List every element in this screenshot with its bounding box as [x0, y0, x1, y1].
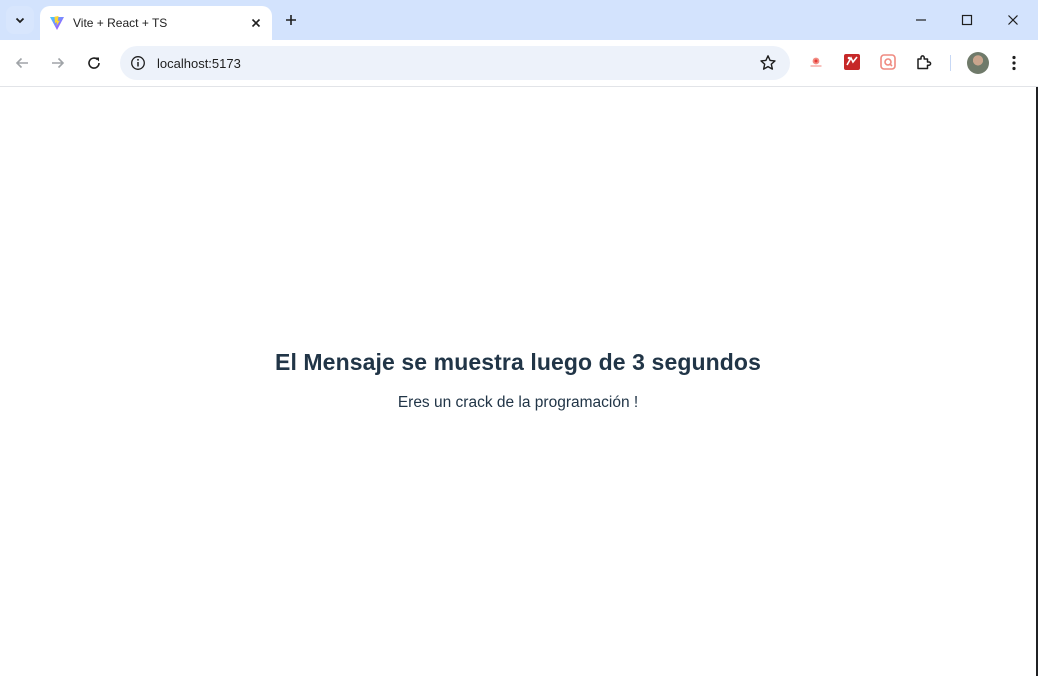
forward-icon	[52, 57, 65, 69]
extensions-icon[interactable]	[914, 52, 934, 72]
close-icon	[251, 18, 261, 28]
browser-menu-button[interactable]	[1004, 51, 1024, 75]
bookmark-star-icon[interactable]	[756, 51, 780, 75]
back-button[interactable]	[10, 51, 34, 75]
browser-tab[interactable]: Vite + React + TS	[40, 6, 272, 40]
maximize-button[interactable]	[944, 0, 990, 40]
minimize-button[interactable]	[898, 0, 944, 40]
close-icon	[1008, 15, 1018, 25]
plus-icon	[286, 15, 296, 25]
back-icon	[15, 57, 28, 69]
extension-icon-3[interactable]	[878, 52, 898, 72]
tab-search-button[interactable]	[6, 6, 34, 34]
reload-button[interactable]	[82, 51, 106, 75]
browser-toolbar: localhost:5173	[0, 40, 1038, 87]
maximize-icon	[961, 14, 973, 26]
address-url[interactable]: localhost:5173	[157, 56, 756, 71]
tab-close-button[interactable]	[246, 13, 266, 33]
page-viewport: El Mensaje se muestra luego de 3 segundo…	[0, 87, 1036, 676]
browser-title-bar: Vite + React + TS	[0, 0, 1038, 40]
reload-icon	[88, 57, 100, 69]
tab-title: Vite + React + TS	[73, 16, 168, 30]
profile-avatar[interactable]	[967, 52, 989, 74]
chevron-down-icon	[15, 17, 25, 24]
extension-icon-1[interactable]	[806, 52, 826, 72]
forward-button[interactable]	[46, 51, 70, 75]
window-close-button[interactable]	[990, 0, 1036, 40]
page-message: Eres un crack de la programación !	[397, 394, 639, 411]
address-bar[interactable]: localhost:5173	[120, 46, 790, 80]
new-tab-button[interactable]	[280, 9, 302, 31]
toolbar-divider	[950, 55, 951, 71]
minimize-icon	[916, 19, 926, 21]
extension-icon-2[interactable]	[842, 52, 862, 72]
site-info-icon[interactable]	[128, 53, 148, 73]
page-heading: El Mensaje se muestra luego de 3 segundo…	[275, 349, 761, 375]
menu-icon	[1012, 55, 1016, 71]
vite-logo-icon	[49, 15, 65, 31]
